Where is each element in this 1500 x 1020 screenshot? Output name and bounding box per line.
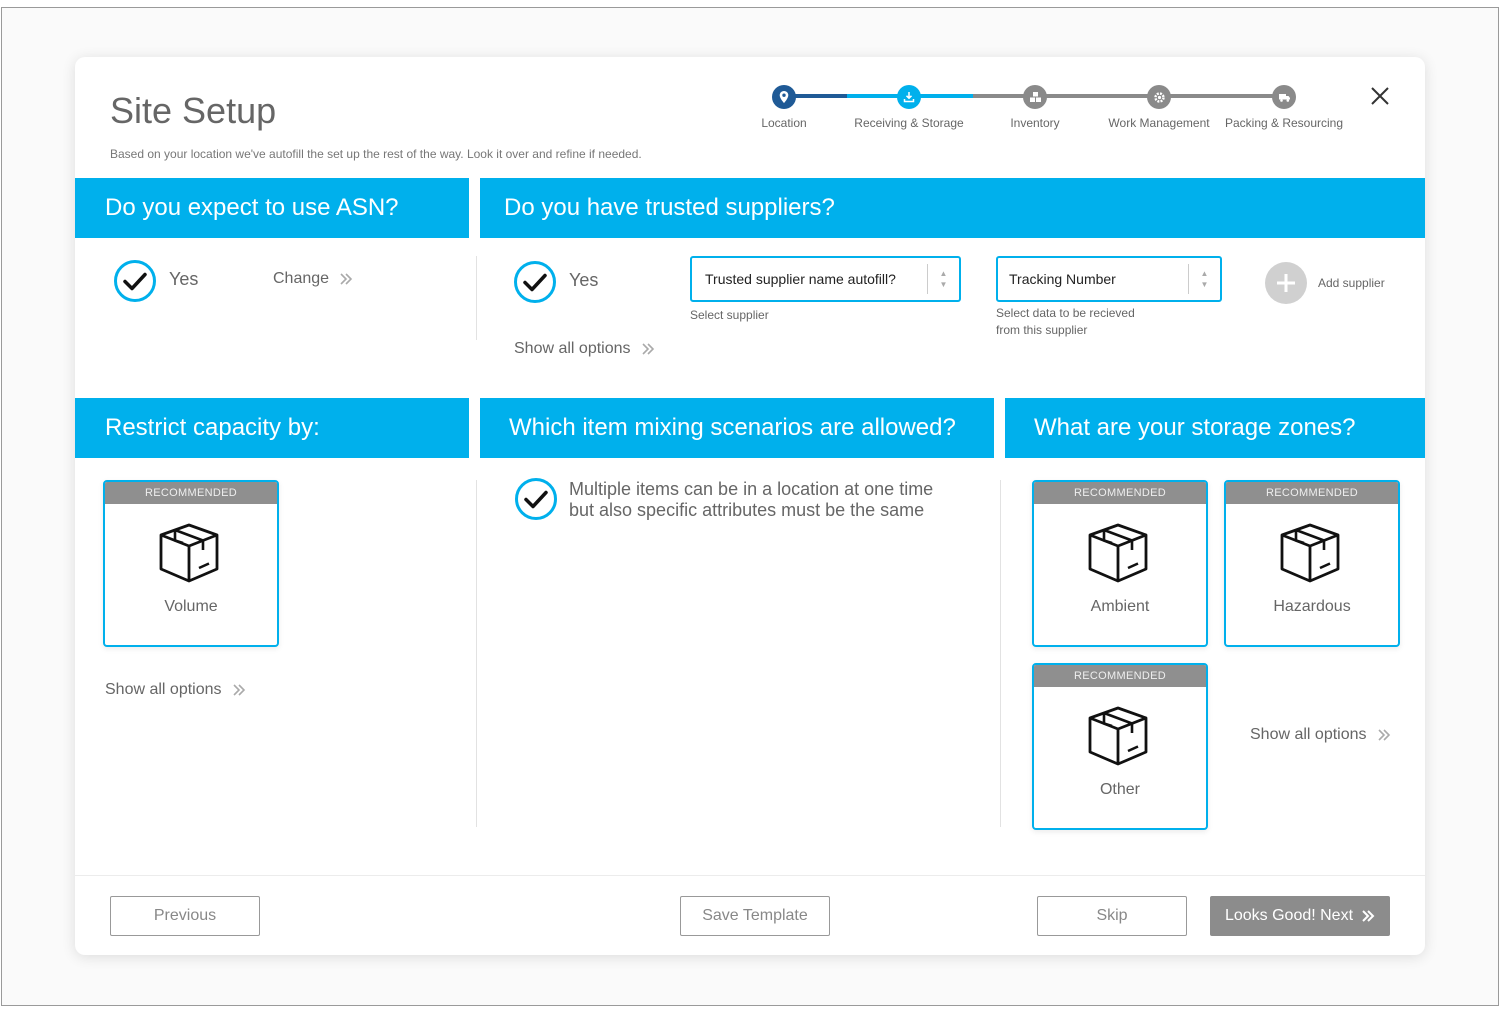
- section-divider: [476, 256, 477, 340]
- plus-icon: [1277, 274, 1295, 292]
- next-button[interactable]: Looks Good! Next: [1210, 896, 1390, 936]
- box-icon: [1088, 523, 1148, 583]
- show-all-label: Show all options: [105, 681, 222, 698]
- page-subtitle: Based on your location we've autofill th…: [110, 147, 642, 161]
- mixing-section-header: Which item mixing scenarios are allowed?: [480, 398, 994, 458]
- progress-stepper: Location Receiving & Storage Inventory W…: [75, 57, 1425, 137]
- zones-section-header: What are your storage zones?: [1005, 398, 1425, 458]
- double-chevron-right-icon: [641, 343, 654, 355]
- box-icon: [1088, 706, 1148, 766]
- step-packing-resourcing[interactable]: Packing & Resourcing: [1219, 85, 1349, 130]
- asn-change-link[interactable]: Change: [273, 270, 353, 288]
- show-all-label: Show all options: [514, 340, 631, 357]
- zone-card-other[interactable]: RECOMMENDED Other: [1032, 663, 1208, 830]
- hint-line: from this supplier: [996, 323, 1088, 337]
- capacity-show-all-link[interactable]: Show all options: [105, 681, 246, 699]
- mixing-line: but also specific attributes must be the…: [569, 500, 925, 520]
- suppliers-answer: Yes: [569, 270, 599, 290]
- site-setup-modal: Site Setup Based on your location we've …: [75, 57, 1425, 955]
- mixing-line: Multiple items can be in a location at o…: [569, 479, 934, 499]
- select-arrows-icon: ▲ ▼: [927, 264, 959, 294]
- card-label: Volume: [164, 598, 218, 615]
- close-icon[interactable]: [1367, 83, 1393, 109]
- trusted-supplier-value: Trusted supplier name autofill?: [705, 271, 896, 287]
- tracking-data-select[interactable]: Tracking Number ▲ ▼: [996, 256, 1222, 302]
- suppliers-yes-check-icon[interactable]: [513, 260, 557, 304]
- previous-button[interactable]: Previous: [110, 896, 260, 936]
- asn-yes-check-icon[interactable]: [113, 259, 157, 303]
- mixing-option-text: Multiple items can be in a location at o…: [569, 479, 933, 521]
- step-receiving-storage[interactable]: Receiving & Storage: [844, 85, 974, 130]
- add-supplier-label[interactable]: Add supplier: [1318, 276, 1385, 290]
- double-chevron-right-icon: [340, 273, 353, 285]
- double-chevron-right-icon: [1362, 910, 1375, 922]
- select-arrows-icon: ▲ ▼: [1188, 264, 1220, 294]
- asn-section-header: Do you expect to use ASN?: [75, 178, 469, 238]
- tracking-data-hint: Select data to be recieved from this sup…: [996, 305, 1135, 339]
- download-tray-icon: [897, 85, 921, 109]
- recommended-badge: RECOMMENDED: [1034, 665, 1206, 687]
- asn-change-label: Change: [273, 270, 330, 287]
- card-label: Other: [1099, 781, 1140, 798]
- card-label: Ambient: [1090, 598, 1150, 615]
- step-label: Work Management: [1108, 116, 1210, 130]
- recommended-badge: RECOMMENDED: [1226, 482, 1398, 504]
- gear-icon: [1147, 85, 1171, 109]
- skip-button[interactable]: Skip: [1037, 896, 1187, 936]
- step-label: Location: [761, 116, 807, 130]
- double-chevron-right-icon: [1377, 729, 1390, 741]
- section-divider: [1000, 480, 1001, 827]
- double-chevron-right-icon: [232, 684, 245, 696]
- zones-show-all-link[interactable]: Show all options: [1250, 726, 1391, 744]
- location-pin-icon: [772, 85, 796, 109]
- next-button-label: Looks Good! Next: [1224, 907, 1354, 924]
- box-icon: [159, 523, 219, 583]
- select-supplier-hint: Select supplier: [690, 308, 769, 322]
- step-location[interactable]: Location: [719, 85, 849, 130]
- recommended-badge: RECOMMENDED: [105, 482, 277, 504]
- mixing-check-icon[interactable]: [514, 477, 558, 521]
- recommended-badge: RECOMMENDED: [1034, 482, 1206, 504]
- capacity-card-volume[interactable]: RECOMMENDED Volume: [103, 480, 279, 647]
- tracking-data-value: Tracking Number: [1009, 271, 1116, 287]
- section-divider: [476, 480, 477, 827]
- zone-card-ambient[interactable]: RECOMMENDED Ambient: [1032, 480, 1208, 647]
- card-label: Hazardous: [1273, 598, 1351, 615]
- footer-divider: [75, 875, 1425, 876]
- step-label: Receiving & Storage: [854, 116, 964, 130]
- capacity-section-header: Restrict capacity by:: [75, 398, 469, 458]
- step-work-management[interactable]: Work Management: [1094, 85, 1224, 130]
- step-label: Packing & Resourcing: [1224, 116, 1344, 130]
- suppliers-show-all-link[interactable]: Show all options: [514, 340, 655, 358]
- add-supplier-button[interactable]: [1265, 262, 1307, 304]
- box-icon: [1280, 523, 1340, 583]
- truck-icon: [1272, 85, 1296, 109]
- boxes-icon: [1023, 85, 1047, 109]
- step-inventory[interactable]: Inventory: [970, 85, 1100, 130]
- step-label: Inventory: [1010, 116, 1060, 130]
- hint-line: Select data to be recieved: [996, 306, 1135, 320]
- suppliers-section-header: Do you have trusted suppliers?: [480, 178, 1425, 238]
- save-template-button[interactable]: Save Template: [680, 896, 830, 936]
- zone-card-hazardous[interactable]: RECOMMENDED Hazardous: [1224, 480, 1400, 647]
- trusted-supplier-select[interactable]: Trusted supplier name autofill? ▲ ▼: [690, 256, 961, 302]
- asn-answer: Yes: [169, 269, 199, 289]
- show-all-label: Show all options: [1250, 726, 1367, 743]
